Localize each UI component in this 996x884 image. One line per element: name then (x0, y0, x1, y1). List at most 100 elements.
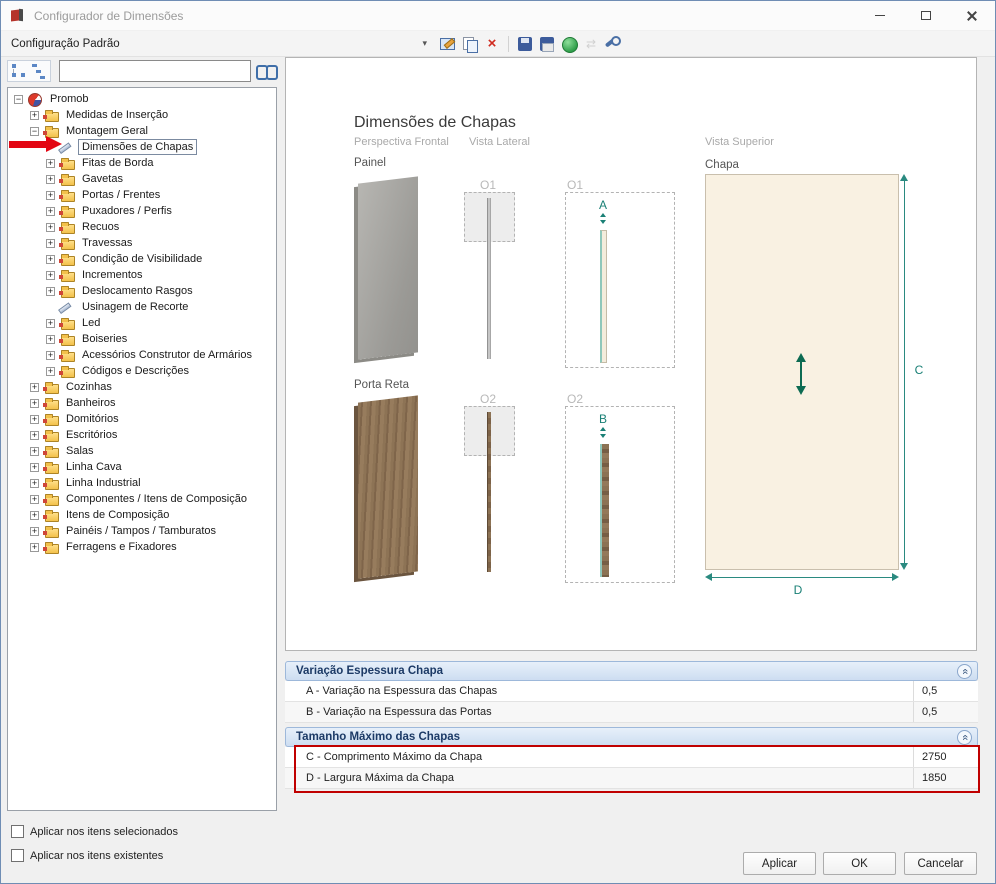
tree-item-label: Códigos e Descrições (78, 363, 193, 379)
section-header[interactable]: Tamanho Máximo das Chapas« (285, 727, 978, 747)
collapse-section-icon[interactable]: « (957, 730, 972, 745)
tree-item[interactable]: +Portas / Frentes (8, 187, 276, 203)
expand-expander-icon[interactable]: + (30, 511, 39, 520)
expand-expander-icon[interactable]: + (46, 351, 55, 360)
expand-expander-icon[interactable]: + (46, 319, 55, 328)
promob-icon (27, 92, 43, 106)
property-row[interactable]: D - Largura Máxima da Chapa1850 (285, 768, 978, 789)
tree-item[interactable]: +Itens de Composição (8, 507, 276, 523)
tree-item[interactable]: +Banheiros (8, 395, 276, 411)
expand-expander-icon[interactable]: + (46, 175, 55, 184)
tree-levels-icon[interactable] (29, 61, 50, 81)
dim-letter-text: B (599, 412, 607, 426)
expand-expander-icon[interactable]: + (30, 527, 39, 536)
checkbox-icon[interactable] (11, 825, 24, 838)
ok-button[interactable]: OK (823, 852, 896, 875)
diagram-title: Dimensões de Chapas (354, 114, 516, 132)
tree-item-label: Boiseries (78, 331, 131, 347)
expand-expander-icon[interactable]: + (30, 479, 39, 488)
expand-expander-icon[interactable]: + (46, 159, 55, 168)
tree-item[interactable]: +Salas (8, 443, 276, 459)
tree-item[interactable]: +Linha Industrial (8, 475, 276, 491)
tree-item[interactable]: +Incrementos (8, 267, 276, 283)
tree-view-icon[interactable] (8, 61, 29, 81)
expand-expander-icon[interactable]: + (30, 111, 39, 120)
expand-expander-icon[interactable]: + (30, 543, 39, 552)
tree-item[interactable]: + Cozinhas (8, 379, 276, 395)
property-value[interactable]: 0,5 (913, 681, 978, 701)
publish-globe-icon[interactable] (560, 35, 578, 53)
tree-item[interactable]: +Led (8, 315, 276, 331)
tree-item[interactable]: +Travessas (8, 235, 276, 251)
delete-config-icon[interactable]: × (483, 35, 501, 53)
property-value[interactable]: 1850 (913, 768, 978, 788)
tree-item-label: Cozinhas (62, 379, 116, 395)
apply-existing-checkbox[interactable]: Aplicar nos itens existentes (11, 849, 163, 862)
section-header[interactable]: Variação Espessura Chapa« (285, 661, 978, 681)
tree-item[interactable]: Usinagem de Recorte (8, 299, 276, 315)
expand-expander-icon[interactable]: + (30, 431, 39, 440)
tree-item[interactable]: +Ferragens e Fixadores (8, 539, 276, 555)
tree-item[interactable]: + Condição de Visibilidade (8, 251, 276, 267)
expand-expander-icon[interactable]: + (30, 415, 39, 424)
tree-item[interactable]: +Acessórios Construtor de Armários (8, 347, 276, 363)
tree-item[interactable]: −Montagem Geral (8, 123, 276, 139)
tree-item[interactable]: +Deslocamento Rasgos (8, 283, 276, 299)
expand-expander-icon[interactable]: + (46, 239, 55, 248)
tree-item[interactable]: −Promob (8, 91, 276, 107)
tree-item[interactable]: +Medidas de Inserção (8, 107, 276, 123)
apply-button[interactable]: Aplicar (743, 852, 816, 875)
checkbox-icon[interactable] (11, 849, 24, 862)
tree-item[interactable]: +Domitórios (8, 411, 276, 427)
cancel-button[interactable]: Cancelar (904, 852, 977, 875)
expand-expander-icon[interactable]: + (46, 207, 55, 216)
tree-item[interactable]: +Escritórios (8, 427, 276, 443)
tree-item[interactable]: +Linha Cava (8, 459, 276, 475)
tree-item[interactable]: +Recuos (8, 219, 276, 235)
expand-expander-icon[interactable]: + (30, 447, 39, 456)
expand-expander-icon[interactable]: + (46, 191, 55, 200)
expand-expander-icon[interactable]: + (30, 399, 39, 408)
tree-item[interactable]: +Fitas de Borda (8, 155, 276, 171)
property-value[interactable]: 0,5 (913, 702, 978, 722)
collapse-expander-icon[interactable]: − (14, 95, 23, 104)
expand-expander-icon[interactable]: + (46, 223, 55, 232)
tree-item[interactable]: +Painéis / Tampos / Tamburatos (8, 523, 276, 539)
configuration-combo[interactable]: Configuração Padrão ▾ (7, 33, 431, 55)
property-row[interactable]: C - Comprimento Máximo da Chapa2750 (285, 747, 978, 768)
collapse-expander-icon[interactable]: − (30, 127, 39, 136)
property-value[interactable]: 2750 (913, 747, 978, 767)
expand-expander-icon[interactable]: + (46, 335, 55, 344)
tree-item[interactable]: + Boiseries (8, 331, 276, 347)
tree-item[interactable]: + Componentes / Itens de Composição (8, 491, 276, 507)
tree-item[interactable]: +Gavetas (8, 171, 276, 187)
wrench-icon[interactable] (604, 35, 622, 53)
search-binoculars-icon[interactable] (255, 62, 277, 80)
close-button[interactable] (949, 1, 995, 30)
tree-item[interactable]: Dimensões de Chapas (8, 139, 276, 155)
expand-expander-icon[interactable]: + (30, 463, 39, 472)
tree-item[interactable]: +Puxadores / Perfis (8, 203, 276, 219)
tree-item-label: Componentes / Itens de Composição (62, 491, 251, 507)
expand-expander-icon[interactable]: + (46, 367, 55, 376)
save-as-icon[interactable] (538, 35, 556, 53)
apply-selected-checkbox[interactable]: Aplicar nos itens selecionados (11, 825, 178, 838)
maximize-button[interactable] (903, 1, 949, 30)
collapse-section-icon[interactable]: « (957, 664, 972, 679)
edit-config-icon[interactable] (439, 35, 457, 53)
tree-item-label: Condição de Visibilidade (78, 251, 206, 267)
tree-view-buttons (7, 60, 51, 82)
expand-expander-icon[interactable]: + (30, 383, 39, 392)
expand-expander-icon[interactable]: + (46, 255, 55, 264)
folder-icon (43, 444, 59, 458)
tree-item[interactable]: + Códigos e Descrições (8, 363, 276, 379)
expand-expander-icon[interactable]: + (46, 287, 55, 296)
property-row[interactable]: B - Variação na Espessura das Portas0,5 (285, 702, 978, 723)
property-row[interactable]: A - Variação na Espessura das Chapas0,5 (285, 681, 978, 702)
tree-search-input[interactable] (59, 60, 251, 82)
expand-expander-icon[interactable]: + (30, 495, 39, 504)
copy-config-icon[interactable] (461, 35, 479, 53)
expand-expander-icon[interactable]: + (46, 271, 55, 280)
save-icon[interactable] (516, 35, 534, 53)
minimize-button[interactable] (857, 1, 903, 30)
